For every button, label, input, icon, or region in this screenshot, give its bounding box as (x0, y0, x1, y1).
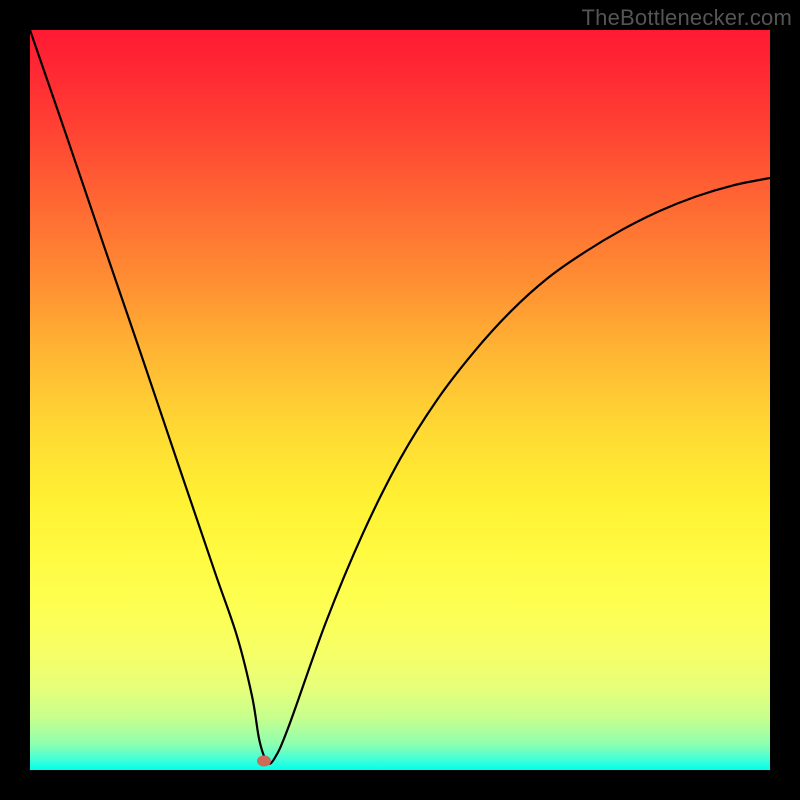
chart-container: TheBottlenecker.com (0, 0, 800, 800)
plot-area (30, 30, 770, 770)
bottleneck-curve (30, 30, 770, 770)
attribution-label: TheBottlenecker.com (582, 5, 792, 31)
optimum-marker (257, 756, 271, 767)
